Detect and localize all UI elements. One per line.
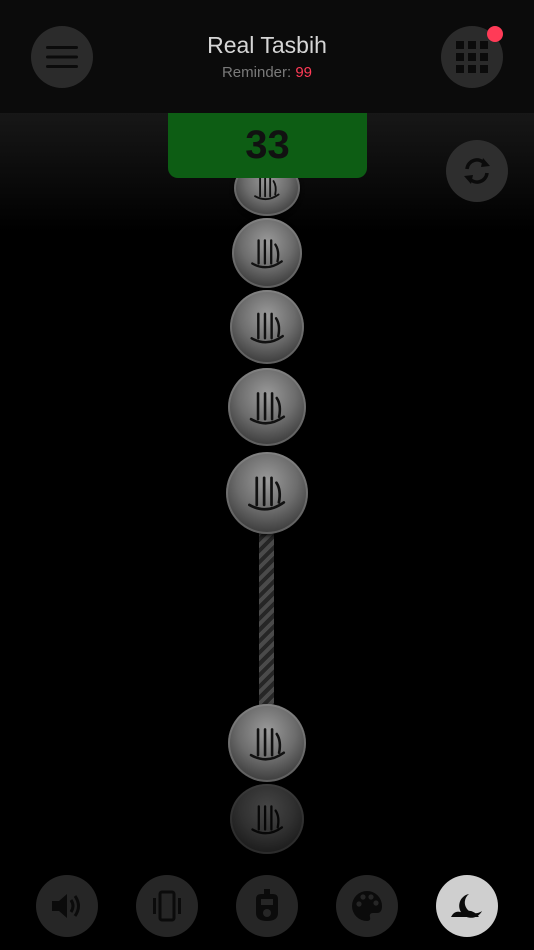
tally-counter-button[interactable] <box>236 875 298 937</box>
tally-counter-icon <box>256 889 278 921</box>
bead[interactable] <box>228 368 306 446</box>
counter-display: 33 <box>168 113 367 178</box>
vibration-button[interactable] <box>136 875 198 937</box>
allah-calligraphy-icon <box>249 391 285 425</box>
allah-calligraphy-icon <box>250 312 284 344</box>
bead[interactable] <box>228 704 306 782</box>
allah-calligraphy-icon <box>249 727 285 761</box>
notification-dot <box>487 26 503 42</box>
bead[interactable] <box>232 218 302 288</box>
theme-button[interactable] <box>336 875 398 937</box>
sound-button[interactable] <box>36 875 98 937</box>
bead[interactable] <box>226 452 308 534</box>
allah-calligraphy-icon <box>251 239 283 269</box>
sync-reset-icon <box>464 158 490 184</box>
speaker-icon <box>52 894 80 918</box>
night-mode-button[interactable] <box>436 875 498 937</box>
reminder-label: Reminder: <box>221 64 292 81</box>
tasbih-string <box>259 520 274 720</box>
allah-calligraphy-icon <box>248 476 286 511</box>
reminder-value: 99 <box>295 64 313 81</box>
allah-calligraphy-icon <box>251 805 283 835</box>
reset-button[interactable] <box>446 140 508 202</box>
palette-icon <box>352 891 382 921</box>
grid-apps-icon <box>456 41 488 73</box>
vibration-icon <box>153 890 181 922</box>
bead[interactable] <box>230 784 304 854</box>
moon-icon <box>451 894 482 918</box>
bead[interactable] <box>230 290 304 364</box>
